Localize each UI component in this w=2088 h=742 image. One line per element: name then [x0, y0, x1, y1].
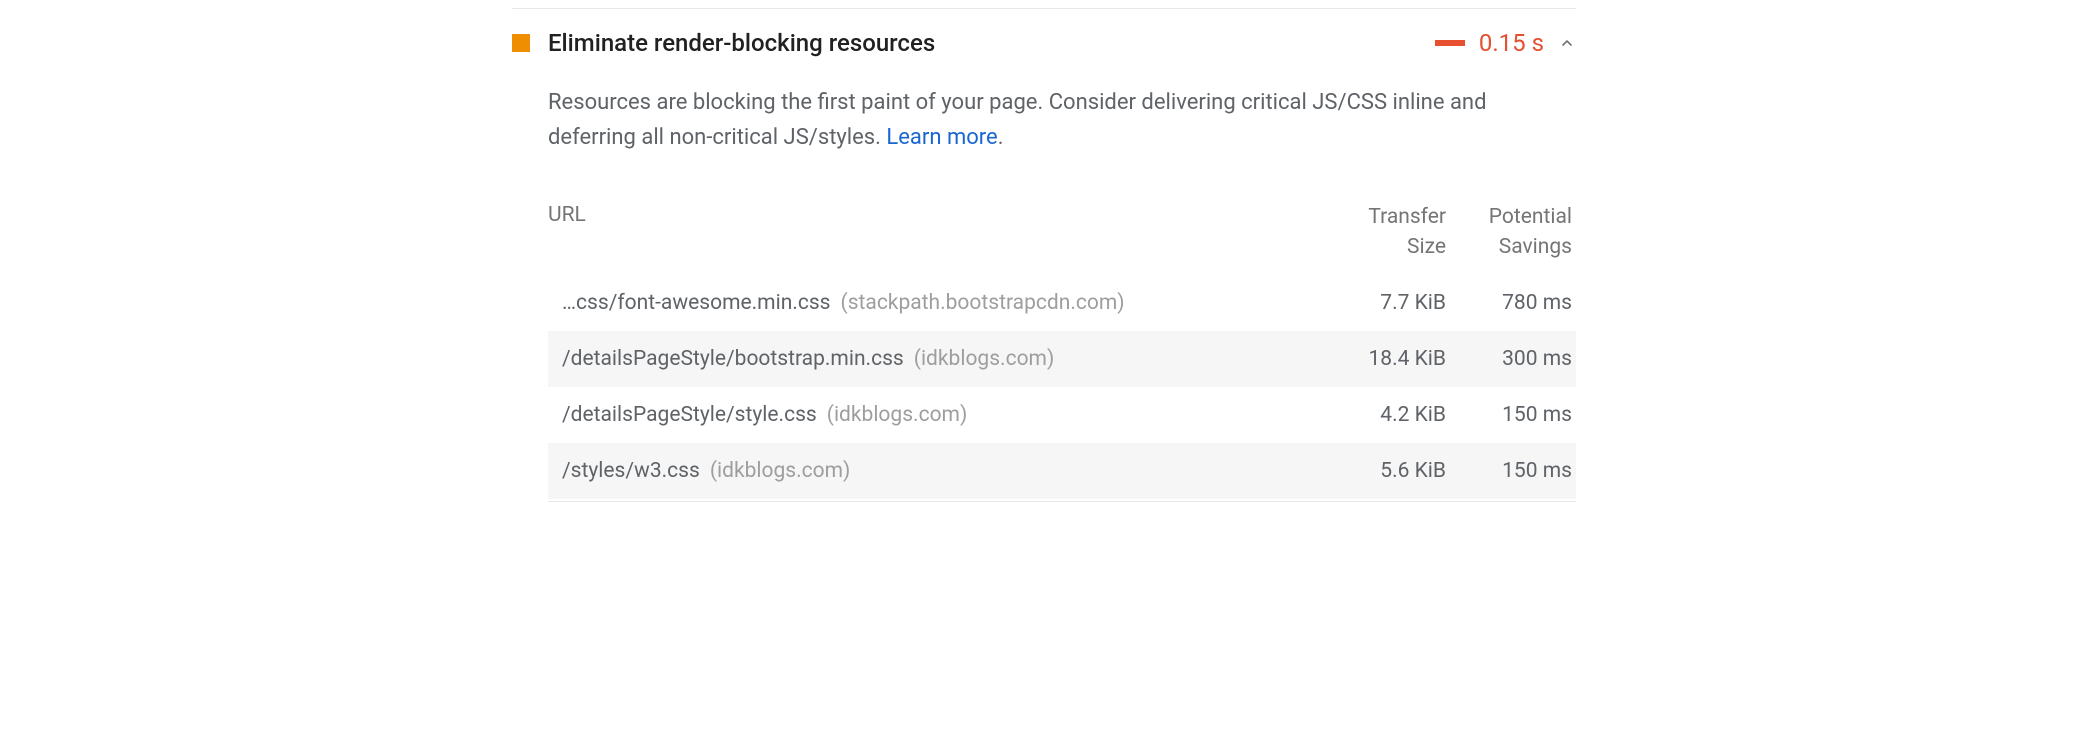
duration-bar-icon [1435, 40, 1465, 46]
audit-description: Resources are blocking the first paint o… [548, 85, 1576, 155]
url-domain: (stackpath.bootstrapcdn.com) [841, 291, 1125, 315]
col-header-size: Transfer Size [1316, 203, 1446, 262]
col-header-size-line2: Size [1316, 233, 1446, 262]
col-header-savings-line2: Savings [1446, 233, 1572, 262]
cell-savings: 780 ms [1446, 291, 1576, 315]
cell-savings: 150 ms [1446, 459, 1576, 483]
col-header-savings-line1: Potential [1446, 203, 1572, 232]
cell-url: /detailsPageStyle/bootstrap.min.css (idkb… [562, 347, 1316, 371]
chevron-up-icon[interactable] [1558, 34, 1576, 52]
audit-header-right: 0.15 s [1435, 29, 1576, 57]
bottom-divider [548, 501, 1576, 502]
audit-body: Resources are blocking the first paint o… [512, 57, 1576, 502]
url-path: …css/font-awesome.min.css [562, 291, 831, 315]
url-domain: (idkblogs.com) [710, 459, 851, 483]
url-path: /styles/w3.css [562, 459, 700, 483]
description-period: . [998, 125, 1004, 150]
table-header: URL Transfer Size Potential Savings [548, 191, 1576, 275]
cell-url: /styles/w3.css (idkblogs.com) [562, 459, 1316, 483]
table-row: /styles/w3.css (idkblogs.com) 5.6 KiB 150… [548, 443, 1576, 499]
top-divider [512, 8, 1576, 9]
cell-url: /detailsPageStyle/style.css (idkblogs.com… [562, 403, 1316, 427]
cell-savings: 300 ms [1446, 347, 1576, 371]
audit-title: Eliminate render-blocking resources [548, 29, 1417, 57]
col-header-size-line1: Transfer [1316, 203, 1446, 232]
table-row: /detailsPageStyle/style.css (idkblogs.com… [548, 387, 1576, 443]
status-square-icon [512, 34, 530, 52]
resources-table: URL Transfer Size Potential Savings …css… [548, 191, 1576, 499]
cell-size: 7.7 KiB [1316, 291, 1446, 315]
col-header-url: URL [548, 203, 1316, 262]
url-path: /detailsPageStyle/bootstrap.min.css [562, 347, 904, 371]
audit-header[interactable]: Eliminate render-blocking resources 0.15… [512, 29, 1576, 57]
col-header-savings: Potential Savings [1446, 203, 1576, 262]
url-path: /detailsPageStyle/style.css [562, 403, 817, 427]
duration-value: 0.15 s [1479, 29, 1544, 57]
table-row: …css/font-awesome.min.css (stackpath.boot… [548, 275, 1576, 331]
table-row: /detailsPageStyle/bootstrap.min.css (idkb… [548, 331, 1576, 387]
cell-size: 5.6 KiB [1316, 459, 1446, 483]
cell-size: 4.2 KiB [1316, 403, 1446, 427]
url-domain: (idkblogs.com) [914, 347, 1055, 371]
description-text: Resources are blocking the first paint o… [548, 90, 1486, 150]
url-domain: (idkblogs.com) [827, 403, 968, 427]
learn-more-link[interactable]: Learn more [886, 125, 997, 150]
cell-url: …css/font-awesome.min.css (stackpath.boot… [562, 291, 1316, 315]
cell-size: 18.4 KiB [1316, 347, 1446, 371]
cell-savings: 150 ms [1446, 403, 1576, 427]
